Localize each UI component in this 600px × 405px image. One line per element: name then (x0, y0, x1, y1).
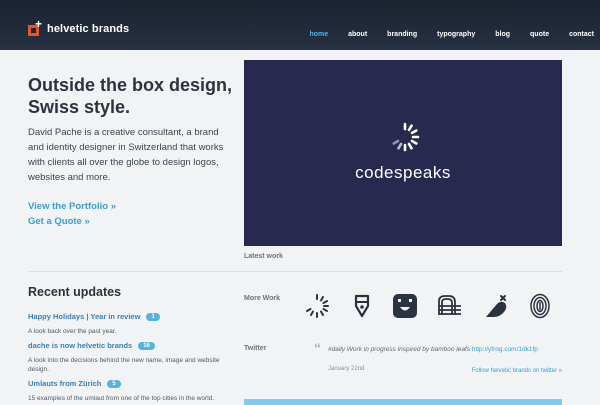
update-description: 15 examples of the umlaut from one of th… (28, 395, 215, 402)
main-nav: home about branding typography blog quot… (289, 31, 594, 38)
latest-work-caption: Latest work (244, 253, 283, 260)
latest-tweet: #daily Work in progress inspired by bamb… (328, 346, 538, 353)
nav-about[interactable]: about (348, 31, 367, 38)
nav-blog[interactable]: blog (495, 31, 510, 38)
footer-banner (244, 399, 562, 405)
quote-mark-icon: “ (314, 340, 321, 356)
stripes-logo-icon[interactable] (437, 293, 463, 319)
codespeaks-spinner-icon (392, 122, 420, 152)
bird-logo-icon[interactable] (483, 293, 509, 319)
nav-contact[interactable]: contact (569, 31, 594, 38)
comment-count-badge[interactable]: 5 (107, 380, 121, 388)
pen-nib-logo-icon[interactable] (349, 293, 375, 319)
more-work-label: More Work (244, 295, 281, 302)
nav-home[interactable]: home (309, 31, 328, 38)
spinner-logo-icon[interactable] (304, 293, 330, 319)
nav-typography[interactable]: typography (437, 31, 475, 38)
update-title-link[interactable]: dache is now helvetic brands (28, 341, 132, 350)
view-portfolio-link[interactable]: View the Portfolio » (28, 201, 116, 212)
comment-count-badge[interactable]: 1 (146, 313, 160, 321)
site-header: + helvetic brands home about branding ty… (0, 0, 600, 50)
update-description: A look into the decisions behind the new… (28, 357, 220, 373)
brand-mark-icon: + (28, 18, 42, 36)
update-title-link[interactable]: Happy Holidays | Year in review (28, 312, 140, 321)
intro-text: David Pache is a creative consultant, a … (28, 127, 224, 183)
tweet-date: January 22nd (328, 366, 365, 372)
smile-box-logo-icon[interactable] (392, 293, 418, 319)
nav-quote[interactable]: quote (530, 31, 549, 38)
page-headline: Outside the box design, Swiss style. (28, 75, 233, 117)
update-item: Umlauts from Zürich 5 15 examples of the … (28, 373, 228, 403)
tweet-link[interactable]: http://yfrog.com/1dk1fp (472, 346, 538, 353)
brand-name: helvetic brands (47, 23, 130, 35)
update-item: Happy Holidays | Year in review 1 A look … (28, 306, 228, 336)
update-title-link[interactable]: Umlauts from Zürich (28, 379, 101, 388)
recent-updates-title: Recent updates (28, 285, 122, 299)
section-divider (28, 271, 562, 272)
get-quote-link[interactable]: Get a Quote » (28, 216, 90, 227)
update-item: dache is now helvetic brands 16 A look in… (28, 335, 228, 374)
tweet-text: #daily Work in progress inspired by bamb… (328, 346, 472, 353)
follow-twitter-link[interactable]: Follow helvetic brands on twitter » (472, 368, 562, 374)
comment-count-badge[interactable]: 16 (138, 342, 155, 350)
codespeaks-wordmark: codespeaks (355, 163, 451, 182)
nav-branding[interactable]: branding (387, 31, 417, 38)
fingerprint-logo-icon[interactable] (527, 293, 553, 319)
latest-work-feature[interactable]: codespeaks (244, 60, 562, 246)
twitter-label: Twitter (244, 345, 267, 352)
brand-logo[interactable]: + helvetic brands (28, 18, 130, 36)
